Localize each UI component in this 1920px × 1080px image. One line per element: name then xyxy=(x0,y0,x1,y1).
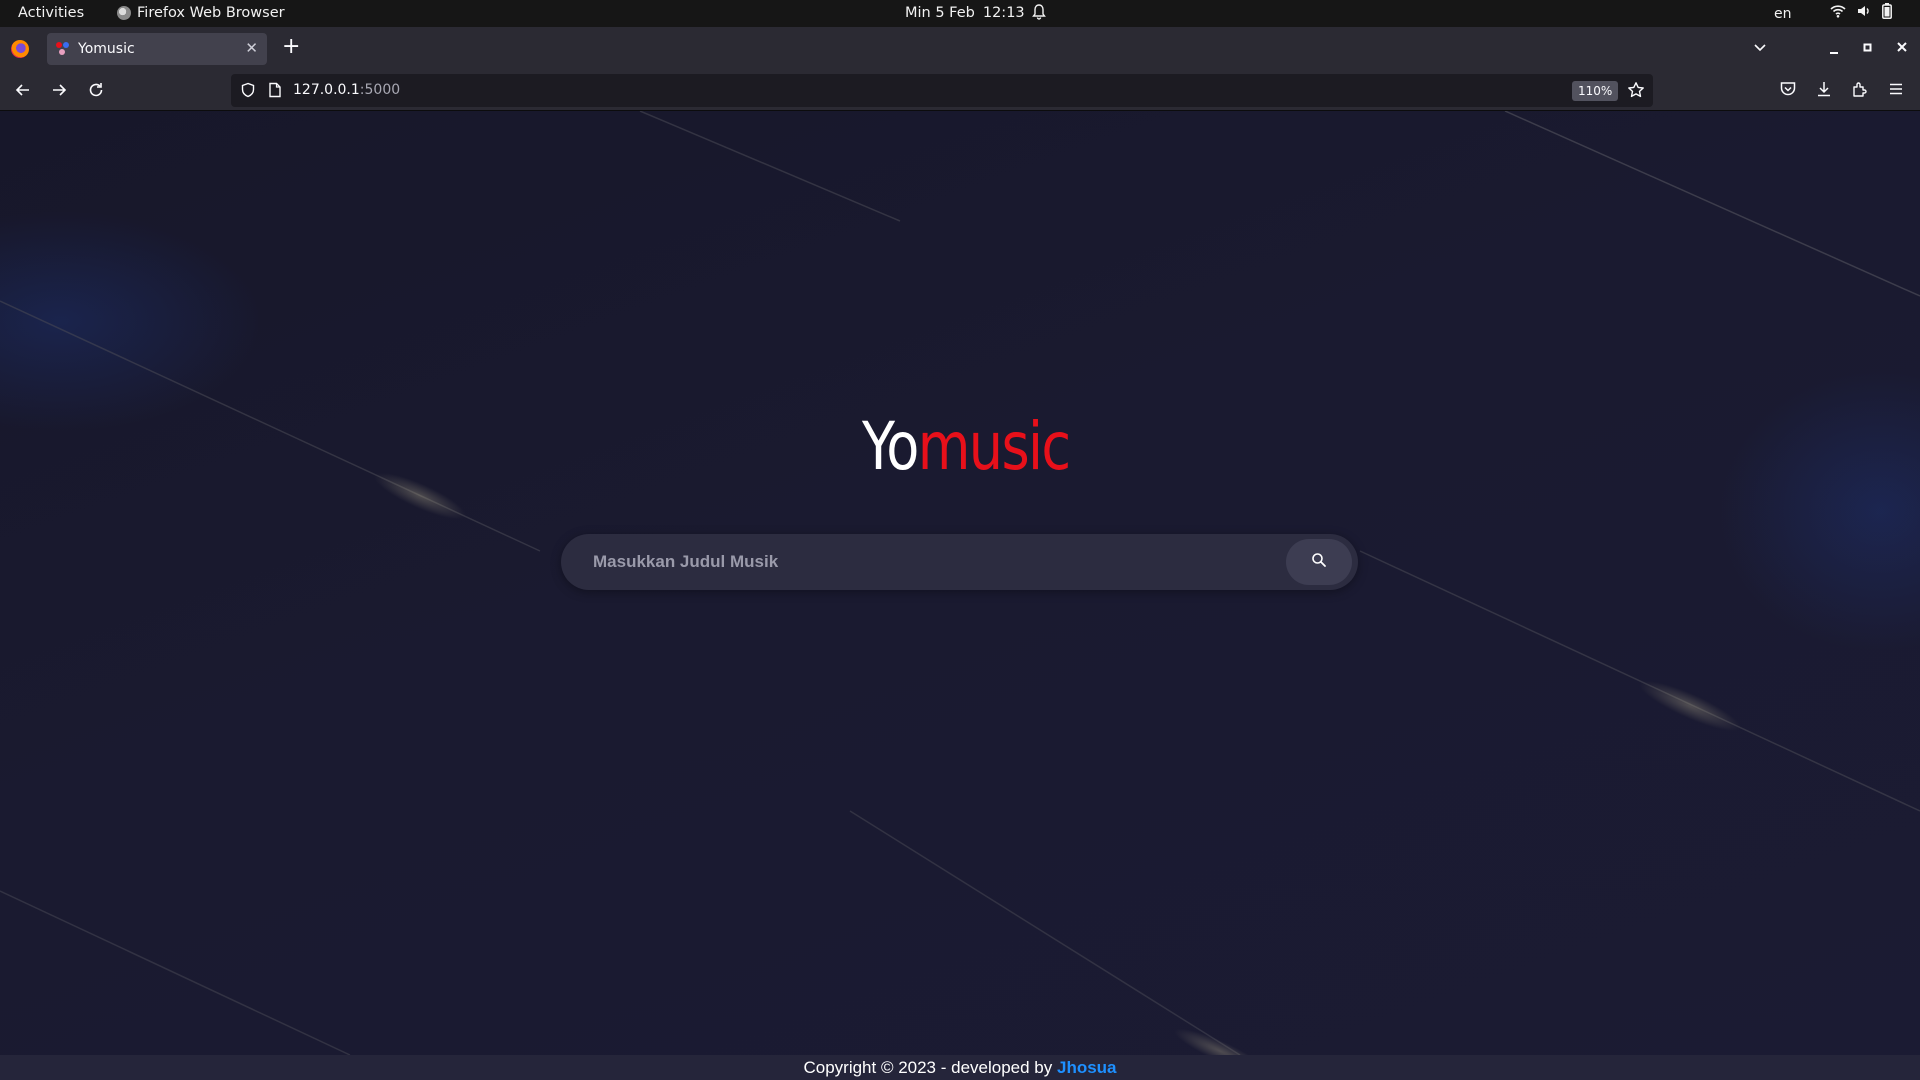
time-label: 12:13 xyxy=(982,5,1025,21)
activities-button[interactable]: Activities xyxy=(18,5,84,21)
pocket-icon[interactable] xyxy=(1779,80,1797,102)
firefox-mini-icon xyxy=(117,6,131,20)
tab-yomusic[interactable]: Yomusic ✕ xyxy=(47,33,267,65)
footer-copyright: Copyright © 2023 - developed by xyxy=(803,1058,1057,1077)
app-name: Firefox Web Browser xyxy=(137,5,285,21)
close-window-icon[interactable] xyxy=(1896,37,1908,63)
system-top-bar: Activities Firefox Web Browser Min 5 Feb… xyxy=(0,0,1920,27)
forward-icon[interactable] xyxy=(50,81,68,103)
logo-yo: Yo xyxy=(862,408,919,485)
language-indicator[interactable]: en xyxy=(1774,6,1792,22)
page-content: Yomusic xyxy=(0,111,1920,1055)
battery-icon xyxy=(1882,3,1892,19)
menu-icon[interactable] xyxy=(1887,80,1905,102)
search-button[interactable] xyxy=(1286,539,1352,585)
new-tab-button[interactable]: + xyxy=(282,36,300,58)
volume-icon xyxy=(1857,4,1871,18)
url-port: :5000 xyxy=(359,82,401,98)
star-icon[interactable] xyxy=(1627,81,1645,103)
search-input[interactable] xyxy=(593,548,1273,576)
logo-music: music xyxy=(917,408,1071,485)
footer: Copyright © 2023 - developed by Jhosua xyxy=(0,1055,1920,1080)
tab-title: Yomusic xyxy=(78,41,135,57)
zoom-indicator[interactable]: 110% xyxy=(1572,81,1619,101)
address-bar[interactable]: 127.0.0.1:5000 110% xyxy=(231,74,1653,107)
clock[interactable]: Min 5 Feb 12:13 xyxy=(905,5,1025,21)
search-icon xyxy=(1311,552,1327,572)
yomusic-favicon-icon xyxy=(56,42,70,56)
tab-strip: Yomusic ✕ + xyxy=(0,27,1920,70)
navigation-bar: 127.0.0.1:5000 110% xyxy=(0,70,1920,111)
search-bar xyxy=(561,534,1358,590)
minimize-icon[interactable] xyxy=(1828,37,1840,63)
yomusic-logo: Yomusic xyxy=(862,408,1071,485)
app-menu[interactable]: Firefox Web Browser xyxy=(117,5,285,21)
reload-icon[interactable] xyxy=(87,81,105,103)
close-tab-icon[interactable]: ✕ xyxy=(245,39,258,57)
maximize-icon[interactable] xyxy=(1862,37,1874,63)
system-tray[interactable] xyxy=(1830,3,1892,19)
page-icon[interactable] xyxy=(268,82,282,102)
wifi-icon xyxy=(1830,4,1846,18)
back-icon[interactable] xyxy=(14,81,32,103)
url-text[interactable]: 127.0.0.1:5000 xyxy=(293,82,400,98)
list-all-tabs-icon[interactable] xyxy=(1752,39,1768,59)
shield-icon[interactable] xyxy=(240,82,256,102)
footer-author-link[interactable]: Jhosua xyxy=(1057,1058,1117,1077)
extensions-icon[interactable] xyxy=(1851,80,1869,102)
download-icon[interactable] xyxy=(1815,80,1833,102)
bell-icon[interactable] xyxy=(1032,4,1046,24)
date-label: Min 5 Feb xyxy=(905,5,975,21)
url-host: 127.0.0.1 xyxy=(293,82,360,98)
firefox-icon[interactable] xyxy=(11,40,29,58)
